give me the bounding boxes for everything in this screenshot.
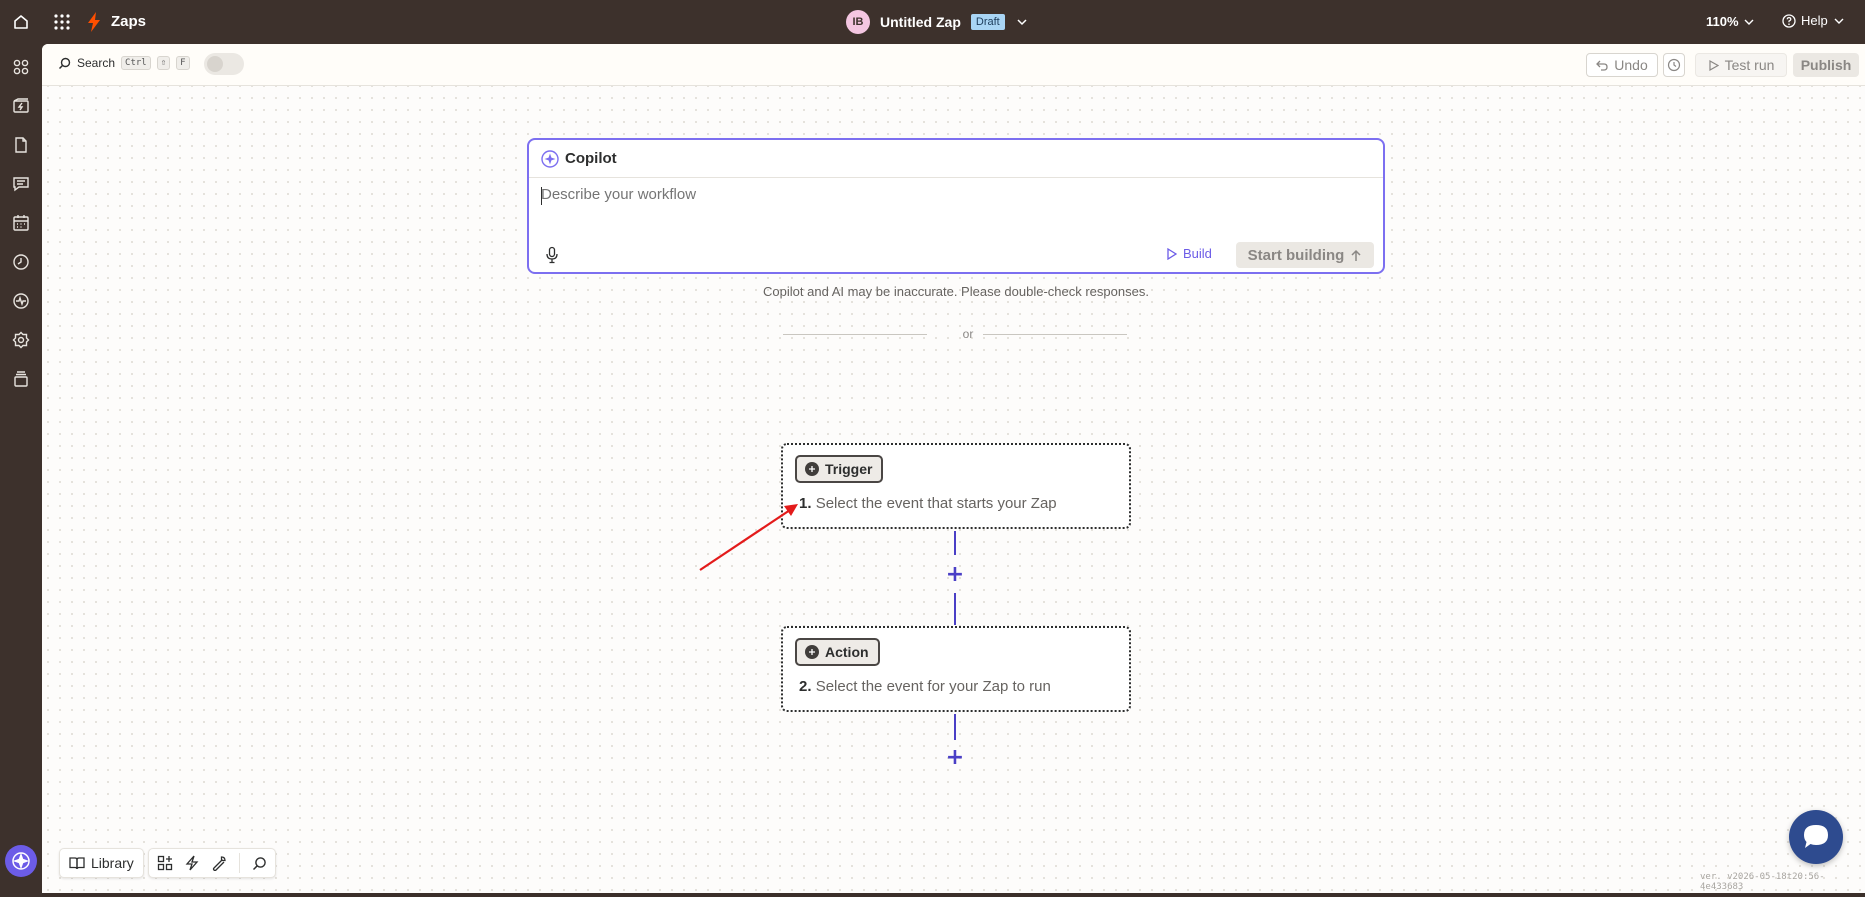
copilot-header: Copilot — [529, 140, 1383, 178]
step-text: Select the event that starts your Zap — [815, 495, 1057, 512]
canvas-toggle[interactable] — [204, 53, 244, 75]
left-sidebar — [0, 44, 42, 897]
start-building-button[interactable]: Start building — [1236, 242, 1374, 268]
connector-line — [954, 531, 956, 555]
add-app-icon[interactable] — [157, 855, 173, 871]
bolt-icon[interactable] — [185, 855, 199, 871]
search-icon[interactable] — [252, 856, 267, 871]
copilot-title: Copilot — [565, 150, 617, 167]
test-run-label: Test run — [1724, 57, 1775, 73]
action-badge[interactable]: Action — [795, 638, 880, 666]
action-description: 2. Select the event for your Zap to run — [799, 678, 1051, 695]
trigger-description: 1. Select the event that starts your Zap — [799, 495, 1057, 512]
avatar[interactable]: IB — [846, 10, 870, 34]
search-button[interactable]: Search Ctrl ⇧ F — [58, 56, 190, 70]
zap-canvas[interactable]: Search Ctrl ⇧ F Undo Test run Publish Co… — [42, 44, 1865, 893]
chevron-down-icon — [1834, 18, 1844, 24]
status-badge: Draft — [970, 14, 1005, 30]
canvas-tools — [148, 848, 276, 878]
zaps-icon[interactable] — [10, 95, 32, 117]
undo-icon — [1596, 60, 1608, 71]
copilot-icon — [541, 149, 559, 168]
connector-line — [954, 714, 956, 740]
library-button[interactable]: Library — [59, 848, 144, 878]
action-step[interactable]: Action 2. Select the event for your Zap … — [781, 626, 1131, 712]
clock-icon[interactable] — [10, 251, 32, 273]
search-label: Search — [77, 56, 116, 70]
apps-icon[interactable] — [10, 56, 32, 78]
zap-name[interactable]: Untitled Zap — [880, 14, 961, 30]
chat-icon[interactable] — [10, 173, 32, 195]
calendar-icon[interactable] — [10, 212, 32, 234]
add-step-plus-icon[interactable]: + — [945, 747, 965, 769]
wrench-icon[interactable] — [211, 855, 227, 871]
layers-icon[interactable] — [10, 368, 32, 390]
shortcut-key: Ctrl — [121, 56, 151, 70]
build-button[interactable]: Build — [1166, 246, 1212, 261]
publish-button[interactable]: Publish — [1793, 53, 1859, 77]
file-icon[interactable] — [10, 134, 32, 156]
action-badge-label: Action — [825, 644, 869, 660]
microphone-icon[interactable] — [545, 246, 559, 264]
divider-line-left — [783, 334, 927, 335]
chevron-down-icon — [1744, 19, 1754, 25]
play-icon — [1708, 59, 1719, 71]
copilot-icon[interactable] — [5, 845, 37, 877]
zap-bolt-icon — [86, 11, 102, 33]
chat-bubble-icon — [1804, 825, 1828, 848]
start-building-label: Start building — [1247, 246, 1345, 264]
undo-label: Undo — [1614, 57, 1648, 73]
help-icon — [1782, 13, 1796, 28]
zap-title-group[interactable]: IB Untitled Zap Draft — [846, 9, 1029, 35]
add-step-plus-icon[interactable]: + — [945, 564, 965, 586]
help-label: Help — [1801, 13, 1828, 28]
version-history-button[interactable] — [1663, 53, 1685, 77]
build-label: Build — [1183, 246, 1212, 261]
undo-button[interactable]: Undo — [1586, 53, 1658, 77]
step-text: Select the event for your Zap to run — [815, 678, 1051, 695]
divider-line-right — [983, 334, 1127, 335]
activity-icon[interactable] — [10, 290, 32, 312]
chat-support-button[interactable] — [1789, 810, 1843, 864]
shortcut-key: F — [176, 56, 190, 70]
history-icon — [1667, 58, 1681, 72]
app-grid-icon[interactable] — [52, 12, 72, 32]
arrow-up-icon — [1351, 249, 1361, 261]
chevron-down-icon[interactable] — [1015, 15, 1029, 29]
editor-toolbar: Search Ctrl ⇧ F Undo Test run Publish — [42, 44, 1865, 86]
zoom-level: 110% — [1706, 14, 1739, 29]
search-icon — [58, 57, 71, 69]
workflow-description-input[interactable] — [541, 186, 1361, 203]
top-bar: Zaps IB Untitled Zap Draft 110% Help — [0, 0, 1865, 44]
help-menu[interactable]: Help — [1782, 13, 1845, 28]
play-icon — [1167, 247, 1177, 260]
toolbar-divider — [239, 853, 240, 873]
home-icon[interactable] — [8, 9, 34, 35]
app-placeholder-icon — [805, 645, 819, 659]
connector-line — [954, 593, 956, 625]
step-number: 2. — [799, 678, 812, 695]
book-icon — [69, 857, 85, 870]
shortcut-key: ⇧ — [156, 56, 171, 70]
divider-text: or — [962, 327, 974, 341]
zoom-menu[interactable]: 110% — [1706, 14, 1755, 29]
settings-icon[interactable] — [10, 329, 32, 351]
annotation-arrow-icon — [699, 504, 798, 571]
version-label: ver. v2026-05-18t20:56-4e433683 — [1700, 872, 1825, 892]
library-label: Library — [91, 855, 134, 871]
test-run-button[interactable]: Test run — [1695, 53, 1787, 77]
copilot-panel: Copilot Build Start building — [527, 138, 1385, 274]
copilot-disclaimer: Copilot and AI may be inaccurate. Please… — [763, 284, 1149, 299]
app-title[interactable]: Zaps — [111, 13, 146, 30]
